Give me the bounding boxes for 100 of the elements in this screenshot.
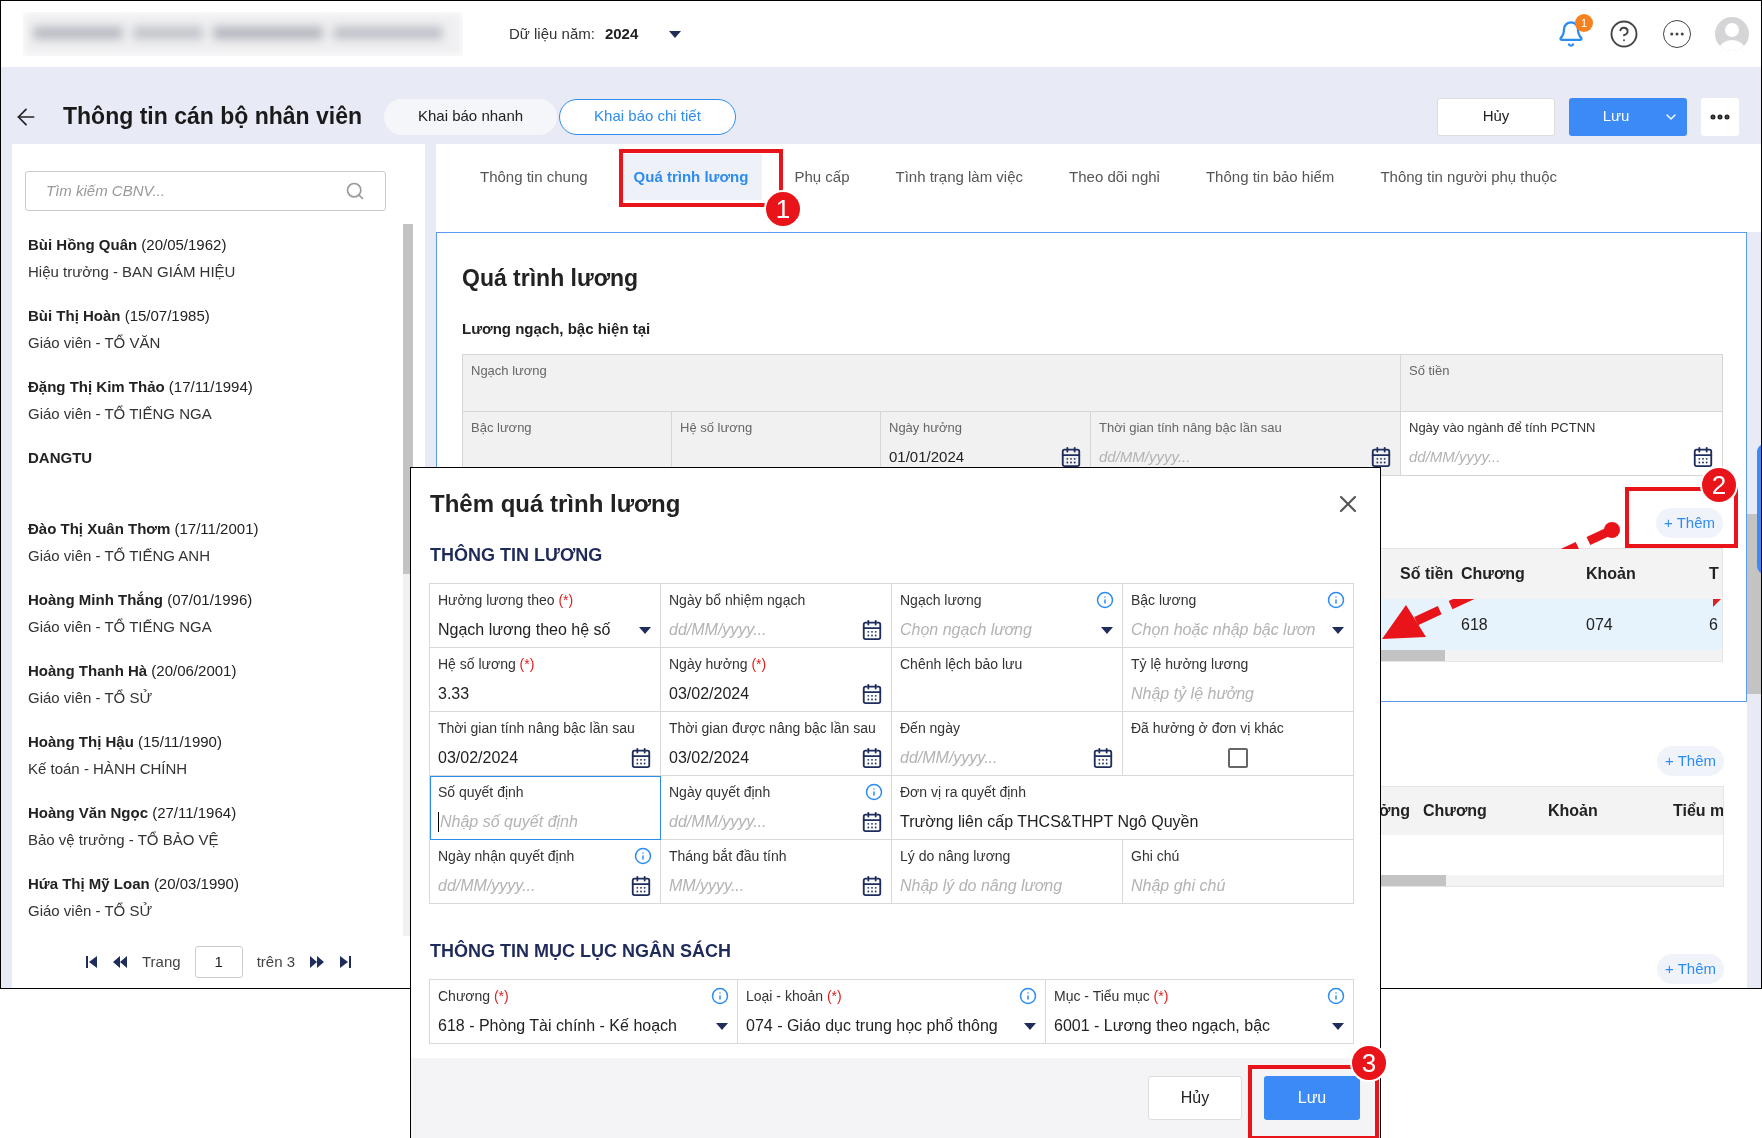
tab[interactable]: Theo dõi nghỉ bbox=[1055, 154, 1174, 200]
field-label: Bậc lương bbox=[471, 419, 533, 437]
column-header: Khoản bbox=[1586, 564, 1637, 584]
field-label: Chương (*) bbox=[438, 986, 509, 1006]
field-label: Thời gian tính nâng bậc lần sau bbox=[438, 718, 635, 738]
page-field[interactable]: 1 bbox=[194, 946, 243, 978]
info-icon[interactable] bbox=[634, 847, 652, 865]
field-label: Đã hưởng ở đơn vị khác bbox=[1131, 718, 1284, 738]
calendar-icon bbox=[1370, 445, 1392, 468]
employee-name: Hứa Thị Mỹ Loan (20/03/1990) bbox=[28, 874, 240, 894]
column-header: Tiểu m bbox=[1673, 801, 1723, 821]
employee-name: Hoàng Thanh Hà (20/06/2001) bbox=[28, 661, 238, 681]
scroll-thumb[interactable] bbox=[403, 224, 413, 574]
year-select[interactable]: 2024 bbox=[604, 22, 683, 46]
employee-name: Hoàng Văn Ngọc (27/11/1964) bbox=[28, 803, 238, 823]
cancel-button[interactable]: Hủy bbox=[1437, 97, 1555, 136]
employee-role: Giáo viên - TỔ SỬ bbox=[28, 687, 154, 708]
last-page-icon[interactable] bbox=[339, 955, 351, 969]
employee-item[interactable]: Hứa Thị Mỹ Loan (20/03/1990) Giáo viên - TỔ SỬ bbox=[28, 871, 403, 936]
search-icon[interactable] bbox=[345, 181, 365, 201]
first-page-icon[interactable] bbox=[86, 955, 98, 969]
dialog-title: Thêm quá trình lương bbox=[430, 489, 681, 519]
employee-role: Giáo viên - TỔ TIẾNG NGA bbox=[28, 403, 213, 424]
employee-role: Hiệu trưởng - BAN GIÁM HIỆU bbox=[28, 261, 237, 282]
field-label: Đến ngày bbox=[900, 718, 960, 738]
field-label: Số tiền bbox=[1409, 362, 1451, 380]
field-label: Loại - khoản (*) bbox=[746, 986, 842, 1006]
date-field[interactable]: 03/02/2024 bbox=[669, 681, 883, 707]
tab[interactable]: Thông tin người phụ thuộc bbox=[1366, 154, 1572, 200]
field-label: Bậc lương bbox=[1131, 590, 1197, 610]
employee-item[interactable]: DANGTU bbox=[28, 445, 403, 516]
notification-icon[interactable] bbox=[1557, 20, 1585, 48]
more-button[interactable] bbox=[1701, 97, 1739, 136]
info-icon[interactable] bbox=[865, 783, 883, 801]
select-field[interactable]: 6001 - Lương theo ngạch, bậc bbox=[1054, 1013, 1345, 1039]
info-icon[interactable] bbox=[1019, 987, 1037, 1005]
employee-name: Đặng Thị Kim Thảo (17/11/1994) bbox=[28, 377, 254, 397]
text-field[interactable]: 3.33 bbox=[438, 681, 652, 707]
select-field[interactable]: Ngạch lương theo hệ số bbox=[438, 617, 652, 643]
subsection-title: Lương ngạch, bậc hiện tại bbox=[462, 318, 652, 339]
year-label: Dữ liệu năm: bbox=[509, 23, 595, 44]
caret-icon bbox=[638, 625, 652, 635]
employee-item[interactable]: Bùi Hồng Quân (20/05/1962) Hiệu trưởng - BAN GIÁM HIỆU bbox=[28, 232, 403, 303]
employee-name: Hoàng Thị Hậu (15/11/1990) bbox=[28, 732, 223, 752]
field-label: Tháng bắt đầu tính bbox=[669, 846, 787, 866]
employee-item[interactable]: Hoàng Minh Thắng (07/01/1996) Giáo viên - TỔ TIẾNG NGA bbox=[28, 587, 403, 658]
field-label: Ngày bổ nhiệm ngạch bbox=[669, 590, 806, 610]
calendar-icon bbox=[861, 619, 883, 641]
field-label: Ngày hưởng (*) bbox=[669, 654, 767, 674]
text-field[interactable]: Trường liên cấp THCS&THPT Ngô Quyền bbox=[900, 809, 1345, 835]
field-label: Chênh lệch bảo lưu bbox=[900, 654, 1023, 674]
tab[interactable]: Thông tin bảo hiểm bbox=[1191, 154, 1349, 200]
section-title: Quá trình lương bbox=[462, 264, 640, 293]
column-header: Khoản bbox=[1548, 801, 1599, 821]
column-header: Số tiền bbox=[1400, 564, 1455, 584]
table-cell-text: 618 bbox=[1461, 614, 1489, 635]
info-icon[interactable] bbox=[1327, 987, 1345, 1005]
field-label: Ghi chú bbox=[1131, 846, 1180, 866]
employee-name: Bùi Hồng Quân (20/05/1962) bbox=[28, 235, 228, 255]
field-label: Hưởng lương theo (*) bbox=[438, 590, 574, 610]
previous-page-icon[interactable] bbox=[112, 955, 128, 969]
employee-item[interactable]: Đào Thị Xuân Thơm (17/11/2001) Giáo viên - TỔ TIẾNG ANH bbox=[28, 516, 403, 587]
select-field[interactable]: 618 - Phòng Tài chính - Kế hoạch bbox=[438, 1013, 729, 1039]
calendar-icon bbox=[861, 811, 883, 833]
info-icon[interactable] bbox=[1327, 591, 1345, 609]
employee-item[interactable]: Hoàng Thị Hậu (15/11/1990) Kế toán - HÀNH CHÍNH bbox=[28, 729, 403, 800]
mode-tab[interactable]: Khai báo nhanh bbox=[384, 98, 558, 135]
caret-icon bbox=[1331, 625, 1345, 635]
tab[interactable]: Thông tin chung bbox=[466, 154, 602, 200]
date-field[interactable]: 03/02/2024 bbox=[438, 745, 652, 771]
employee-item[interactable]: Hoàng Thanh Hà (20/06/2001) Giáo viên - TỔ SỬ bbox=[28, 658, 403, 729]
field-label: Ngày vào ngành để tính PCTNN bbox=[1409, 419, 1597, 437]
calendar-icon bbox=[861, 875, 883, 897]
notification-badge: 1 bbox=[1575, 14, 1593, 32]
checkbox[interactable] bbox=[1228, 748, 1248, 768]
mode-tab[interactable]: Khai báo chi tiết bbox=[559, 98, 736, 135]
employee-item[interactable]: Hoàng Văn Ngọc (27/11/1964) Bảo vệ trưởng - TỔ BẢO VỆ bbox=[28, 800, 403, 871]
column-header: Chương bbox=[1461, 564, 1526, 584]
scroll-thumb[interactable] bbox=[1747, 514, 1761, 694]
info-icon[interactable] bbox=[1096, 591, 1114, 609]
employee-name: Bùi Thị Hoàn (15/07/1985) bbox=[28, 306, 211, 326]
caret-icon bbox=[1100, 625, 1114, 635]
help-icon[interactable] bbox=[1609, 19, 1639, 49]
employee-item[interactable]: Đặng Thị Kim Thảo (17/11/1994) Giáo viên - TỔ TIẾNG NGA bbox=[28, 374, 403, 445]
employee-item[interactable]: Bùi Thị Hoàn (15/07/1985) Giáo viên - TỔ VĂN bbox=[28, 303, 403, 374]
calendar-icon bbox=[861, 747, 883, 769]
employee-role: Kế toán - HÀNH CHÍNH bbox=[28, 758, 189, 779]
tab[interactable]: Tình trạng làm việc bbox=[881, 154, 1038, 200]
field-label: Thời gian tính nâng bậc lần sau bbox=[1099, 419, 1283, 437]
employee-role: Bảo vệ trưởng - TỔ BẢO VỆ bbox=[28, 829, 220, 850]
employee-name: Đào Thị Xuân Thơm (17/11/2001) bbox=[28, 519, 260, 539]
field-label: Ngạch lương bbox=[471, 362, 548, 380]
field-label: Ngày hưởng bbox=[889, 419, 963, 437]
select-field[interactable]: 074 - Giáo dục trung học phổ thông bbox=[746, 1013, 1037, 1039]
next-page-icon[interactable] bbox=[309, 955, 325, 969]
field-label: Thời gian được nâng bậc lần sau bbox=[669, 718, 876, 738]
field-label: Ngày nhận quyết định bbox=[438, 846, 575, 866]
info-icon[interactable] bbox=[711, 987, 729, 1005]
cancel-button[interactable]: Hủy bbox=[1148, 1076, 1242, 1120]
date-field[interactable]: 03/02/2024 bbox=[669, 745, 883, 771]
